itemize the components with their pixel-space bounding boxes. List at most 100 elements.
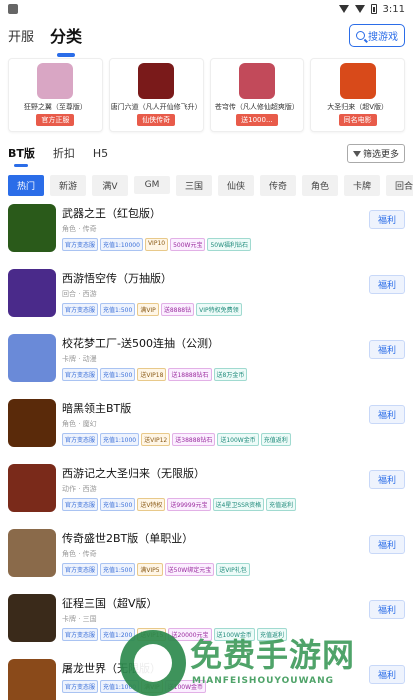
status-right: 3:11 — [338, 3, 405, 15]
game-tag: 充值1:1000 — [100, 433, 140, 446]
tab-bt[interactable]: BT版 — [8, 145, 35, 161]
game-row[interactable]: 校花梦工厂-送500连抽（公测） 卡牌 · 动漫 官方变态服 充值1:500 送VIP1… — [8, 332, 405, 397]
game-title: 屠龙世界（无限版） — [62, 662, 161, 675]
game-info: 暗黑领主BT版角色 · 魔幻官方变态服 充值1:1000 送VIP12 送38888钻… — [62, 397, 405, 446]
category-chip[interactable]: 仙侠 — [218, 174, 254, 196]
game-genre: 角色 · 传奇 — [62, 550, 97, 558]
featured-card[interactable]: 大圣归来（超V版） 同名电影 — [310, 58, 405, 132]
game-info: 屠龙世界（无限版） 官方变态服 充值1:1000 满VIP 送100W金币 — [62, 657, 405, 693]
category-chip[interactable]: 满V — [92, 174, 128, 196]
featured-card[interactable]: 苍穹传（凡人修仙超爽版） 送1000... — [209, 58, 305, 132]
category-chip[interactable]: 三国 — [176, 174, 212, 196]
tab-open-server[interactable]: 开服 — [8, 22, 34, 49]
game-tags: 官方变态服 充值1:500 送V特权 送99999元宝 送4星卫SSR资格 充值返利 — [62, 498, 405, 511]
game-row[interactable]: 屠龙世界（无限版） 官方变态服 充值1:1000 满VIP 送100W金币 福利 — [8, 657, 405, 700]
featured-card[interactable]: 唐门六道（凡人开仙修飞升） 仙侠传奇 — [108, 58, 204, 132]
game-row[interactable]: 传奇盛世2BT版（单职业） 角色 · 传奇官方变态服 充值1:500 满VIP5 送50… — [8, 527, 405, 592]
wifi-icon — [338, 5, 349, 13]
featured-tag: 仙侠传奇 — [137, 114, 176, 126]
game-tag: 送VIP15 — [137, 628, 167, 641]
sub-tabs: BT版 折扣 H5 筛选更多 — [0, 138, 413, 168]
featured-thumbnail — [238, 63, 275, 99]
game-tag: 充值1:500 — [100, 368, 136, 381]
game-tag: 送8万金币 — [213, 368, 248, 381]
tab-h5[interactable]: H5 — [93, 147, 108, 160]
category-chip[interactable]: 回合 — [386, 174, 413, 196]
game-genre: 角色 · 传奇 — [62, 225, 97, 233]
game-icon — [8, 659, 56, 700]
game-tag: 官方变态服 — [62, 628, 99, 641]
game-icon — [8, 594, 56, 642]
category-chip[interactable]: 卡牌 — [344, 174, 380, 196]
game-tag: 充值1:10000 — [100, 238, 143, 251]
featured-name: 苍穹传（凡人修仙超爽版） — [214, 103, 299, 111]
category-chip[interactable]: 新游 — [50, 174, 86, 196]
welfare-button[interactable]: 福利 — [368, 665, 405, 684]
game-tags: 官方变态服 充值1:200 送VIP15 送20000元宝 送100W金币 充值返利 — [62, 628, 405, 641]
game-icon — [8, 399, 56, 447]
game-tag: 充值返利 — [256, 628, 287, 641]
game-row[interactable]: 西游记之大圣归来（无限版） 动作 · 西游官方变态服 充值1:500 送V特权 送999… — [8, 462, 405, 527]
game-tag: VIP10 — [144, 238, 169, 251]
featured-games: 狂野之翼（至尊版） 官方正服 唐门六道（凡人开仙修飞升） 仙侠传奇 苍穹传（凡人修仙超爽… — [0, 52, 413, 132]
battery-icon — [370, 4, 377, 14]
game-tag: 充值1:200 — [100, 628, 136, 641]
welfare-button[interactable]: 福利 — [368, 535, 405, 554]
game-tag: 充值返利 — [260, 433, 291, 446]
game-tags: 官方变态服 充值1:10000 VIP10 500W元宝 50W福利钻石 — [62, 238, 405, 251]
game-tags: 官方变态服 充值1:500 满VIP5 送50W绑定元宝 送VIP礼包 — [62, 563, 405, 576]
category-chip[interactable]: GM — [134, 176, 170, 194]
game-genre: 卡牌 · 三国 — [62, 615, 97, 623]
game-tag: 充值1:500 — [100, 303, 136, 316]
category-chip[interactable]: 传奇 — [260, 174, 296, 196]
game-title: 传奇盛世2BT版（单职业） — [62, 532, 194, 545]
game-genre: 动作 · 西游 — [62, 485, 97, 493]
welfare-button[interactable]: 福利 — [368, 600, 405, 619]
game-row[interactable]: 武器之王（红包版） 角色 · 传奇官方变态服 充值1:10000 VIP10 500W元… — [8, 202, 405, 267]
game-tag: 送VIP18 — [137, 368, 167, 381]
game-tag: 50W福利钻石 — [207, 238, 252, 251]
clock: 3:11 — [382, 3, 405, 15]
search-button-label: 搜游戏 — [368, 32, 398, 43]
category-chip[interactable]: 热门 — [8, 174, 44, 196]
featured-name: 唐门六道（凡人开仙修飞升） — [110, 103, 202, 111]
game-info: 西游悟空传（万抽版） 回合 · 西游 官方变态服 充值1:500 满VIP 送8888钻 V… — [62, 267, 405, 316]
welfare-button[interactable]: 福利 — [368, 340, 405, 359]
welfare-button[interactable]: 福利 — [368, 210, 405, 229]
tab-discount[interactable]: 折扣 — [53, 145, 75, 161]
game-row[interactable]: 征程三国（超V版） 卡牌 · 三国 官方变态服 充值1:200 送VIP15 送20000… — [8, 592, 405, 657]
featured-tag: 送1000... — [236, 114, 278, 126]
game-tag: 送38888钻石 — [172, 433, 216, 446]
game-title: 西游悟空传（万抽版） — [62, 272, 172, 285]
featured-tag: 官方正服 — [36, 114, 75, 126]
game-icon — [8, 269, 56, 317]
game-tag: 送100W金币 — [213, 628, 255, 641]
game-icon — [8, 204, 56, 252]
game-row[interactable]: 西游悟空传（万抽版） 回合 · 西游 官方变态服 充值1:500 满VIP 送8888钻 V… — [8, 267, 405, 332]
welfare-button[interactable]: 福利 — [368, 470, 405, 489]
game-tag: 满VIP5 — [137, 563, 163, 576]
game-info: 校花梦工厂-送500连抽（公测） 卡牌 · 动漫 官方变态服 充值1:500 送VIP1… — [62, 332, 405, 381]
game-tag: 满VIP — [137, 303, 159, 316]
game-tag: VIP特权免费领 — [196, 303, 242, 316]
game-tag: 送20000元宝 — [168, 628, 212, 641]
game-list: 武器之王（红包版） 角色 · 传奇 官方变态服 充值1:10000 VIP10 500W元… — [0, 198, 413, 700]
game-title: 武器之王（红包版） — [62, 207, 161, 220]
search-game-button[interactable]: 搜游戏 — [349, 24, 405, 47]
filter-icon — [352, 150, 361, 157]
featured-tag: 同名电影 — [338, 114, 377, 126]
game-tag: 官方变态服 — [62, 238, 99, 251]
game-genre: 回合 · 西游 — [62, 290, 97, 298]
game-title: 西游记之大圣归来（无限版） — [62, 467, 205, 480]
category-chip[interactable]: 角色 — [302, 174, 338, 196]
filter-label: 筛选更多 — [362, 150, 399, 160]
welfare-button[interactable]: 福利 — [368, 275, 405, 294]
tab-category[interactable]: 分类 — [50, 19, 82, 51]
game-title: 暗黑领主BT版 — [62, 402, 132, 415]
filter-more-button[interactable]: 筛选更多 — [346, 144, 405, 163]
game-tags: 官方变态服 充值1:1000 送VIP12 送38888钻石 送100W金币 充值返利 — [62, 433, 405, 446]
welfare-button[interactable]: 福利 — [368, 405, 405, 424]
game-genre: 角色 · 魔幻 — [62, 420, 97, 428]
featured-card[interactable]: 狂野之翼（至尊版） 官方正服 — [8, 58, 103, 132]
game-row[interactable]: 暗黑领主BT版角色 · 魔幻官方变态服 充值1:1000 送VIP12 送38888钻… — [8, 397, 405, 462]
